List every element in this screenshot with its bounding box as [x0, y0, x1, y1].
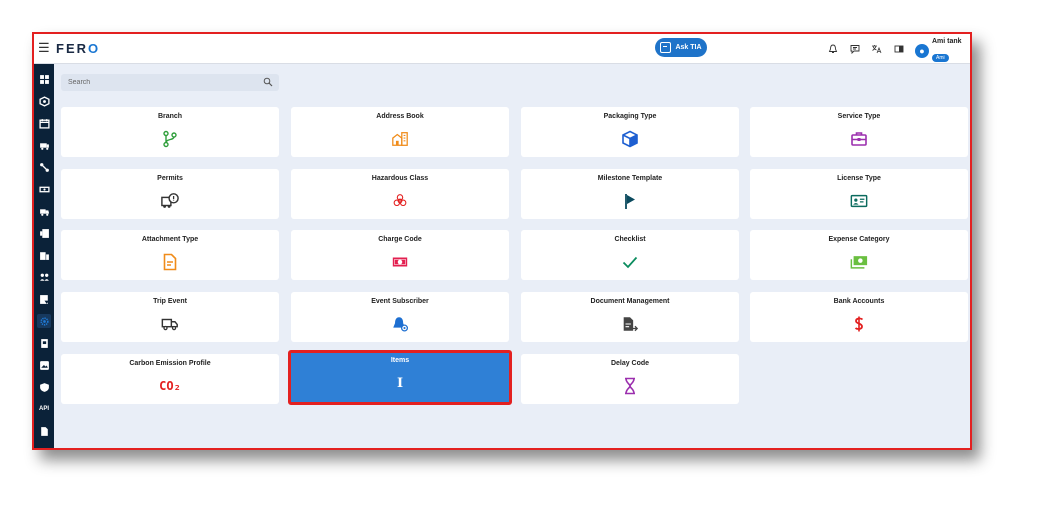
- sidebar-fleet-icon[interactable]: [37, 138, 51, 152]
- cursor-icon-text: I: [396, 375, 404, 391]
- card-license-type[interactable]: License Type: [750, 169, 968, 219]
- card-address-book[interactable]: Address Book: [291, 107, 509, 157]
- app-logo: FERO: [56, 41, 100, 56]
- translate-icon[interactable]: [870, 42, 883, 55]
- search-icon[interactable]: [263, 77, 273, 87]
- card-delay-code[interactable]: Delay Code: [521, 354, 739, 404]
- book-icon[interactable]: [892, 42, 905, 55]
- card-trip-event[interactable]: Trip Event: [61, 292, 279, 342]
- sidebar-settings-icon[interactable]: [37, 314, 51, 328]
- sidebar-documents-icon[interactable]: [37, 336, 51, 350]
- biohazard-icon: [391, 192, 409, 210]
- card-label: Carbon Emission Profile: [129, 360, 211, 367]
- card-label: Branch: [157, 113, 183, 120]
- card-label: Address Book: [376, 113, 424, 120]
- co2-icon: CO₂: [155, 377, 185, 395]
- card-document-management[interactable]: Document Management: [521, 292, 739, 342]
- bell-icon[interactable]: [826, 42, 839, 55]
- card-expense-category[interactable]: Expense Category: [750, 230, 968, 280]
- card-label: Hazardous Class: [371, 175, 429, 182]
- top-bar: ☰ FERO Ask TIA ● Ami tank Ami: [34, 34, 970, 64]
- card-label: Document Management: [590, 298, 670, 305]
- card-attachment-type[interactable]: Attachment Type: [61, 230, 279, 280]
- bell-gear-icon: [391, 315, 409, 333]
- card-label: Checklist: [614, 236, 646, 243]
- sidebar-file-icon[interactable]: [37, 424, 51, 438]
- app-window: ☰ FERO Ask TIA ● Ami tank Ami API Search…: [32, 32, 972, 450]
- sidebar-gallery-icon[interactable]: [37, 358, 51, 372]
- sidebar-reports-icon[interactable]: [37, 248, 51, 262]
- card-event-subscriber[interactable]: Event Subscriber: [291, 292, 509, 342]
- sidebar-dispatch-icon[interactable]: [37, 182, 51, 196]
- sidebar-billing-icon[interactable]: [37, 226, 51, 240]
- card-label: Delay Code: [610, 360, 650, 367]
- toolbox-icon: [850, 130, 868, 148]
- card-items[interactable]: Items I: [288, 350, 512, 405]
- search-input[interactable]: [61, 74, 258, 91]
- user-name: Ami tank: [932, 38, 962, 45]
- message-icon[interactable]: [848, 42, 861, 55]
- sidebar-security-icon[interactable]: [37, 380, 51, 394]
- card-label: Event Subscriber: [371, 298, 429, 305]
- branch-icon: [161, 130, 179, 148]
- dollar-icon: [850, 315, 868, 333]
- truck-icon: [161, 315, 179, 333]
- co2-icon-text: CO₂: [159, 379, 181, 393]
- avatar-icon[interactable]: ●: [915, 44, 929, 58]
- sidebar-dashboard-icon[interactable]: [37, 72, 51, 86]
- card-label: Attachment Type: [141, 236, 199, 243]
- card-permits[interactable]: Permits: [61, 169, 279, 219]
- logo-text: FER: [56, 41, 88, 56]
- card-carbon-emission-profile[interactable]: Carbon Emission Profile CO₂: [61, 354, 279, 404]
- file-export-icon: [621, 315, 639, 333]
- user-profile[interactable]: ● Ami tank Ami: [915, 38, 962, 64]
- hamburger-menu-icon[interactable]: ☰: [38, 41, 50, 55]
- sidebar-tasks-icon[interactable]: [37, 292, 51, 306]
- hourglass-icon: [621, 377, 639, 395]
- user-role-badge: Ami: [932, 54, 949, 62]
- money-icon: [850, 253, 868, 271]
- card-label: Packaging Type: [603, 113, 657, 120]
- card-hazardous-class[interactable]: Hazardous Class: [291, 169, 509, 219]
- card-charge-code[interactable]: Charge Code: [291, 230, 509, 280]
- card-branch[interactable]: Branch: [61, 107, 279, 157]
- permit-truck-icon: [161, 192, 179, 210]
- card-service-type[interactable]: Service Type: [750, 107, 968, 157]
- id-card-icon: [850, 192, 868, 210]
- sidebar-users-icon[interactable]: [37, 270, 51, 284]
- chat-bot-icon: [660, 42, 672, 53]
- sidebar-route-icon[interactable]: [37, 160, 51, 174]
- sidebar: API: [34, 64, 54, 448]
- card-label: Items: [390, 357, 410, 364]
- card-label: Charge Code: [378, 236, 422, 243]
- address-book-icon: [391, 130, 409, 148]
- sidebar-calendar-icon[interactable]: [37, 116, 51, 130]
- sidebar-api-icon[interactable]: API: [37, 402, 51, 416]
- card-label: Permits: [157, 175, 183, 182]
- card-label: Expense Category: [828, 236, 890, 243]
- card-label: Bank Accounts: [833, 298, 885, 305]
- document-icon: [161, 253, 179, 271]
- card-label: Service Type: [837, 113, 881, 120]
- card-milestone-template[interactable]: Milestone Template: [521, 169, 739, 219]
- search-box: [61, 74, 279, 91]
- header-actions: [826, 42, 905, 55]
- flag-icon: [621, 192, 639, 210]
- card-label: License Type: [837, 175, 881, 182]
- ask-tia-label: Ask TIA: [675, 44, 702, 51]
- sidebar-shipment-icon[interactable]: [37, 94, 51, 108]
- card-label: Trip Event: [153, 298, 187, 305]
- ask-tia-button[interactable]: Ask TIA: [655, 38, 707, 57]
- logo-accent: O: [88, 41, 101, 56]
- cash-icon: [391, 253, 409, 271]
- sidebar-trip-icon[interactable]: [37, 204, 51, 218]
- box-icon: [621, 130, 639, 148]
- card-label: Milestone Template: [597, 175, 663, 182]
- check-icon: [621, 253, 639, 271]
- card-checklist[interactable]: Checklist: [521, 230, 739, 280]
- card-packaging-type[interactable]: Packaging Type: [521, 107, 739, 157]
- text-cursor-icon: I: [391, 374, 409, 392]
- card-bank-accounts[interactable]: Bank Accounts: [750, 292, 968, 342]
